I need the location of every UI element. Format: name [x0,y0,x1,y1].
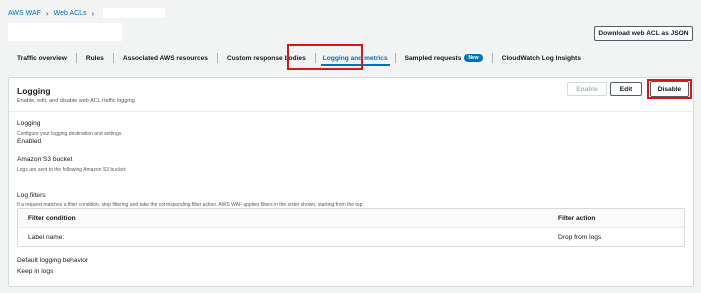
redacted-page-title [8,23,122,41]
tab-label: Traffic overview [17,54,67,62]
filter-action-cell: Drop from logs [558,234,602,241]
enable-button[interactable]: Enable [567,82,607,96]
tab-label: CloudWatch Log Insights [501,54,581,62]
tab-label: Rules [85,54,104,62]
edit-button[interactable]: Edit [610,82,642,96]
breadcrumb-aws-waf-link[interactable]: AWS WAF [8,10,41,17]
panel-header: Logging Enable, edit, and disable web AC… [9,78,693,112]
tab-cloudwatch-log-insights[interactable]: CloudWatch Log Insights [493,46,590,70]
highlight-box-disable [647,79,692,99]
log-filters-table: Filter condition Filter action Label nam… [17,208,685,247]
tab-label: Sampled requests [404,54,462,62]
tab-traffic-overview[interactable]: Traffic overview [8,46,76,70]
logging-section-description: Configure your logging destination and s… [17,131,123,137]
chevron-right-icon: › [91,8,95,18]
s3-bucket-description: Logs are sent to the following Amazon S3… [17,167,127,173]
panel-title: Logging [17,86,51,96]
log-filters-title: Log filters [17,192,46,199]
tab-rules[interactable]: Rules [77,46,113,70]
logging-status-value: Enabled [17,138,42,145]
column-header-filter-condition: Filter condition [28,215,76,222]
table-row: Label name: Drop from logs [18,228,684,247]
new-badge: New [464,54,483,62]
chevron-right-icon: › [45,8,49,18]
filter-condition-cell: Label name: [28,234,65,241]
logging-panel: Logging Enable, edit, and disable web AC… [8,77,694,287]
column-header-filter-action: Filter action [558,215,596,222]
breadcrumb: AWS WAF › Web ACLs › [8,8,166,18]
download-json-button[interactable]: Download web ACL as JSON [594,26,693,41]
redacted-breadcrumb-item [103,8,166,18]
default-logging-behavior-value: Keep in logs [17,268,54,275]
logging-section-title: Logging [17,120,41,127]
panel-description: Enable, edit, and disable web ACL traffi… [17,98,137,104]
tab-associated-resources[interactable]: Associated AWS resources [114,46,217,70]
highlight-box-logging-tab [287,44,363,70]
tab-label: Associated AWS resources [122,54,208,62]
table-header: Filter condition Filter action [18,209,684,228]
default-logging-behavior-title: Default logging behavior [17,257,89,264]
s3-bucket-title: Amazon S3 bucket [17,156,73,163]
tab-sampled-requests[interactable]: Sampled requests New [396,46,492,70]
breadcrumb-web-acls-link[interactable]: Web ACLs [54,10,87,17]
